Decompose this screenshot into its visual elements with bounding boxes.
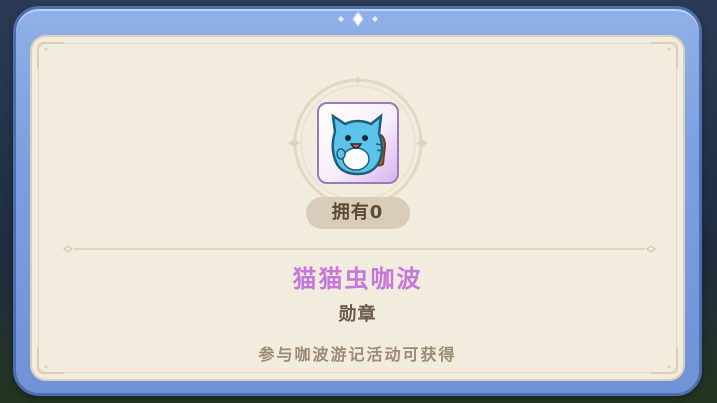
item-detail-dialog: 拥有0 猫猫虫咖波 勋章 参与咖波游记活动可获得 <box>13 6 702 396</box>
section-divider <box>62 245 657 253</box>
item-type: 勋章 <box>338 304 377 325</box>
owned-count-badge: 拥有0 <box>305 197 410 229</box>
game-background: 拥有0 猫猫虫咖波 勋章 参与咖波游记活动可获得 <box>0 0 717 403</box>
item-detail-panel: 拥有0 猫猫虫咖波 勋章 参与咖波游记活动可获得 <box>30 35 685 381</box>
owned-count-label: 拥有0 <box>331 202 384 223</box>
corner-ornament-icon <box>36 41 66 71</box>
bugcat-capoo-icon <box>316 102 399 184</box>
sparkle-ornament-icon <box>337 11 378 27</box>
item-name: 猫猫虫咖波 <box>292 265 423 293</box>
item-source-text: 参与咖波游记活动可获得 <box>258 345 457 364</box>
corner-ornament-icon <box>649 41 679 71</box>
